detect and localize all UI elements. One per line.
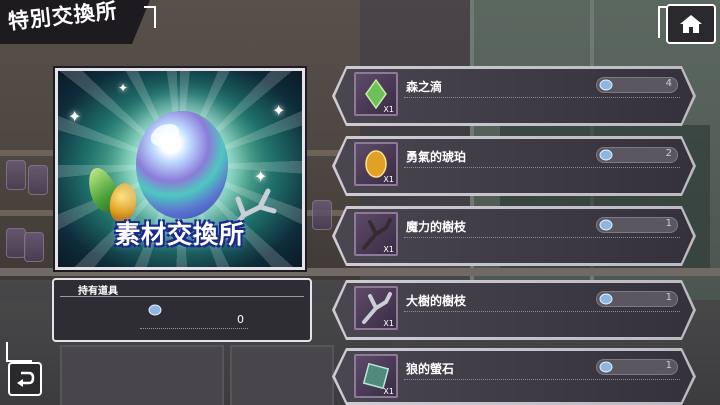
item-name: 森之滴 [406, 80, 443, 94]
header-banner: 特別交換所 [0, 0, 150, 44]
currency-gem-icon [599, 293, 613, 305]
sparkle-icon: ✦ [272, 101, 286, 120]
item-cost: 2 [596, 147, 678, 163]
owned-items-panel: 持有道具 0 [52, 278, 312, 342]
item-name: 狼的螢石 [406, 362, 455, 376]
exchange-item-row[interactable]: X1 勇氣的琥珀 2 [332, 136, 696, 196]
item-name: 大樹的樹枝 [406, 294, 467, 308]
currency-gem-icon [599, 149, 613, 161]
owned-count: 0 [237, 313, 244, 326]
item-cost: 1 [596, 217, 678, 233]
item-name: 勇氣的琥珀 [406, 150, 467, 164]
home-button[interactable] [666, 4, 716, 44]
promo-banner: ✦ ✦ ✦ ✦ 素材交換所 [55, 68, 305, 270]
magic-branch-icon: X1 [354, 212, 398, 256]
exchange-item-row[interactable]: X1 大樹的樹枝 1 [332, 280, 696, 340]
back-button[interactable] [8, 362, 42, 396]
currency-gem-icon [599, 79, 613, 91]
currency-gem-icon [148, 304, 162, 316]
sparkle-icon: ✦ [254, 167, 268, 186]
sparkle-icon: ✦ [68, 107, 82, 126]
page-title: 特別交換所 [6, 0, 119, 34]
owned-items-label: 持有道具 [78, 286, 118, 297]
promo-title: 素材交換所 [114, 220, 245, 249]
item-cost: 1 [596, 291, 678, 307]
return-arrow-icon [17, 371, 35, 387]
wolf-fluorite-icon: X1 [354, 354, 398, 398]
exchange-item-row[interactable]: X1 魔力的樹枝 1 [332, 206, 696, 266]
crystal-orb-icon [136, 111, 228, 219]
exchange-item-row[interactable]: X1 狼的螢石 1 [332, 348, 696, 405]
item-name: 魔力的樹枝 [406, 220, 467, 234]
home-icon [680, 15, 702, 33]
green-gem-icon: X1 [354, 72, 398, 116]
corner-decoration [144, 6, 156, 28]
exchange-item-row[interactable]: X1 森之滴 4 [332, 66, 696, 126]
currency-gem-icon [599, 361, 613, 373]
corner-decoration [658, 6, 668, 38]
amber-icon: X1 [354, 142, 398, 186]
corner-decoration [6, 342, 32, 362]
great-tree-branch-icon: X1 [354, 286, 398, 330]
sparkle-icon: ✦ [118, 81, 129, 95]
item-cost: 4 [596, 77, 678, 93]
item-cost: 1 [596, 359, 678, 375]
currency-gem-icon [599, 219, 613, 231]
